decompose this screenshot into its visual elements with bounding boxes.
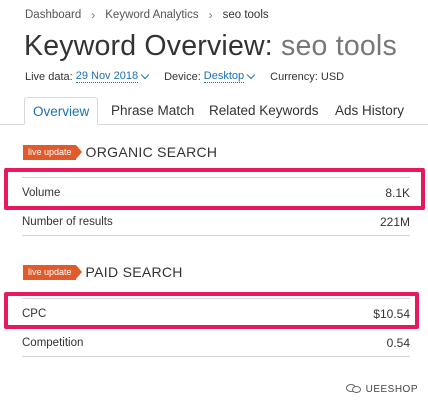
breadcrumb: Dashboard › Keyword Analytics › seo tool…: [25, 8, 269, 22]
metric-value: 0.54: [386, 336, 410, 350]
currency-label: Currency: USD: [270, 70, 345, 83]
breadcrumb-keyword-analytics[interactable]: Keyword Analytics: [105, 9, 198, 21]
currency-group: Currency: USD: [270, 71, 344, 83]
chat-bubbles-icon: [345, 383, 362, 395]
device-select[interactable]: Desktop: [203, 70, 245, 83]
tab-related-keywords[interactable]: Related Keywords: [209, 97, 319, 125]
tab-phrase-match[interactable]: Phrase Match: [111, 97, 194, 125]
watermark-text: UEESHOP: [365, 383, 418, 395]
metric-value: 221M: [379, 215, 410, 229]
breadcrumb-separator: ›: [208, 8, 213, 22]
divider: [22, 356, 410, 357]
metric-row-competition: Competition 0.54: [22, 336, 410, 350]
device-label: Device:: [164, 70, 201, 83]
live-update-badge: live update: [23, 264, 82, 280]
chevron-down-icon[interactable]: [140, 70, 150, 79]
tab-overview[interactable]: Overview: [24, 97, 99, 125]
live-data-group: Live data: 29 Nov 2018: [25, 70, 150, 83]
metric-label: Number of results: [22, 216, 113, 228]
page-title-keyword: seo tools: [281, 30, 397, 62]
paid-search-title: PAID SEARCH: [85, 264, 183, 280]
highlight-box-cpc: [4, 292, 419, 329]
device-group: Device: Desktop: [164, 70, 256, 83]
organic-search-title: ORGANIC SEARCH: [85, 144, 218, 160]
breadcrumb-current: seo tools: [222, 9, 269, 21]
metric-label: Competition: [22, 337, 84, 349]
watermark: UEESHOP: [345, 383, 418, 395]
chevron-down-icon[interactable]: [246, 70, 256, 79]
breadcrumb-dashboard[interactable]: Dashboard: [25, 9, 81, 21]
breadcrumb-separator: ›: [91, 8, 96, 22]
live-data-date-select[interactable]: 29 Nov 2018: [75, 70, 139, 83]
live-update-badge: live update: [23, 144, 82, 160]
divider: [22, 235, 410, 236]
meta-row: Live data: 29 Nov 2018 Device: Desktop C…: [25, 70, 344, 83]
organic-search-header: live update ORGANIC SEARCH: [23, 144, 217, 160]
page-title-main: Keyword Overview:: [24, 30, 273, 62]
page-title: Keyword Overview: seo tools: [24, 30, 397, 63]
live-data-label: Live data:: [25, 70, 73, 83]
metric-row-number-of-results: Number of results 221M: [22, 215, 410, 229]
highlight-box-volume: [4, 168, 425, 210]
tab-bar: Overview Phrase Match Related Keywords A…: [0, 97, 428, 125]
tab-ads-history[interactable]: Ads History: [335, 97, 404, 125]
paid-search-header: live update PAID SEARCH: [23, 264, 183, 280]
